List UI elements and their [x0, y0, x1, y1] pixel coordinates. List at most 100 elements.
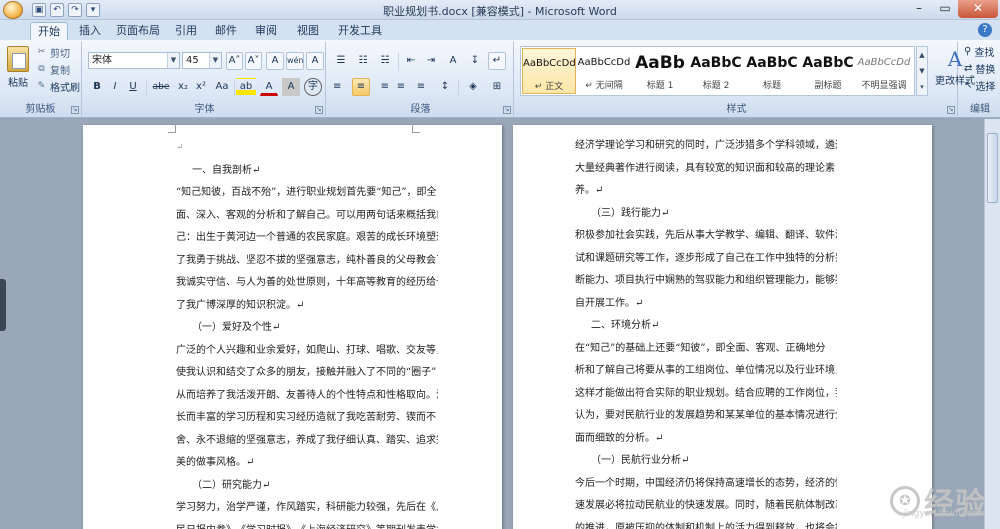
- style-sample: AaBbCcDd: [857, 57, 911, 68]
- text-line: 的推进，原被压抑的体制和机制上的活力得到释放，也将会推: [575, 522, 837, 529]
- decrease-indent-button[interactable]: ⇤: [402, 52, 420, 70]
- increase-indent-button[interactable]: ⇥: [422, 52, 440, 70]
- enclose-characters-button[interactable]: 字: [304, 78, 322, 96]
- copy-button[interactable]: ⧉ 复制: [36, 62, 70, 77]
- line-spacing-button[interactable]: ↕: [434, 78, 456, 96]
- show-marks-button[interactable]: ↵: [488, 52, 506, 70]
- style-no-spacing[interactable]: AaBbCcDd ↵ 无间隔: [577, 48, 631, 94]
- shrink-font-button[interactable]: A˅: [245, 52, 262, 70]
- superscript-button[interactable]: x²: [192, 78, 210, 96]
- align-right-button[interactable]: ≡: [372, 78, 390, 96]
- editing-group: ⚲ 查找 ⇄ 替换 ↖ 选择 编辑: [960, 42, 1000, 116]
- section-heading: 一、自我剖析↵: [192, 164, 261, 176]
- style-sample: AaBbC: [746, 55, 798, 71]
- character-shading-button[interactable]: A: [282, 78, 300, 96]
- section-heading: 二、环境分析↵: [591, 320, 660, 331]
- styles-launcher-icon[interactable]: ↘: [947, 106, 955, 114]
- text-line: 从而培养了我活泼开朗、友善待人的个性特点和性格取向。漫: [176, 389, 438, 401]
- phonetic-guide-button[interactable]: wén: [286, 52, 304, 70]
- numbering-button[interactable]: ☷: [354, 52, 372, 70]
- clipboard-launcher-icon[interactable]: ↘: [71, 106, 79, 114]
- text-line: 断能力、项目执行中娴熟的驾驭能力和组织管理能力，能够独: [575, 275, 837, 286]
- binoculars-icon: ⚲: [964, 46, 972, 57]
- shading-button[interactable]: ◈: [462, 78, 484, 96]
- style-title[interactable]: AaBbC 标题: [745, 48, 799, 94]
- find-button[interactable]: ⚲ 查找: [964, 44, 994, 59]
- style-heading-1[interactable]: AaBb 标题 1: [633, 48, 687, 94]
- restore-button[interactable]: ▭: [932, 0, 958, 18]
- style-heading-2[interactable]: AaBbC 标题 2: [689, 48, 743, 94]
- gallery-scroll[interactable]: ▲ ▼ ▾: [916, 46, 928, 96]
- style-name: ↵ 无间隔: [585, 81, 623, 91]
- style-normal[interactable]: AaBbCcDd ↵ 正文: [522, 48, 576, 94]
- text-line: 广泛的个人兴趣和业余爱好，如爬山、打球、唱歌、交友等，: [176, 344, 438, 356]
- page-right[interactable]: 经济学理论学习和研究的同时，广泛涉猎多个学科领域，遴选 大量经典著作进行阅读，具有…: [513, 125, 932, 529]
- distributed-button[interactable]: ≡: [412, 78, 430, 96]
- tab-review[interactable]: 审阅: [248, 22, 284, 40]
- scrollbar-thumb[interactable]: [987, 133, 998, 203]
- side-panel-handle[interactable]: [0, 279, 6, 331]
- strikethrough-button[interactable]: abe: [150, 78, 172, 96]
- style-name: 标题 1: [646, 81, 674, 91]
- separator: [398, 53, 399, 71]
- close-button[interactable]: ✕: [958, 0, 998, 18]
- paragraph-group-label: 段落: [410, 104, 431, 115]
- cut-label: 剪切: [50, 48, 70, 60]
- margin-corner: [412, 125, 420, 133]
- sort-button[interactable]: ↧: [466, 52, 484, 70]
- tab-references[interactable]: 引用: [168, 22, 204, 40]
- format-painter-button[interactable]: ✎ 格式刷: [36, 79, 80, 94]
- font-color-button[interactable]: A: [260, 78, 278, 96]
- help-icon[interactable]: ?: [978, 23, 992, 37]
- text-line: 面、深入、客观的分析和了解自己。可以用两句话来概括我自: [176, 209, 438, 221]
- select-button[interactable]: ↖ 选择: [964, 78, 995, 93]
- multilevel-list-button[interactable]: ☵: [376, 52, 394, 70]
- tab-page-layout[interactable]: 页面布局: [112, 22, 164, 40]
- text-line: 了我勇于挑战、坚忍不拔的坚强意志，纯朴善良的父母教会了: [176, 254, 438, 266]
- text-line: 舍、永不退缩的坚强意志，养成了我仔细认真、踏实、追求完: [176, 434, 438, 446]
- style-name: ↵ 正文: [534, 82, 564, 92]
- underline-button[interactable]: U: [124, 78, 142, 96]
- tab-insert[interactable]: 插入: [72, 22, 108, 40]
- justify-button[interactable]: ≡: [392, 78, 410, 96]
- subscript-button[interactable]: x₂: [174, 78, 192, 96]
- grow-font-button[interactable]: A˄: [226, 52, 243, 70]
- italic-button[interactable]: I: [106, 78, 124, 96]
- window-title: 职业规划书.docx [兼容模式] - Microsoft Word: [383, 5, 617, 18]
- cut-button[interactable]: ✂ 剪切: [36, 45, 70, 60]
- font-launcher-icon[interactable]: ↘: [315, 106, 323, 114]
- tab-view[interactable]: 视图: [290, 22, 326, 40]
- bold-button[interactable]: B: [88, 78, 106, 96]
- tab-mailings[interactable]: 邮件: [208, 22, 244, 40]
- align-left-button[interactable]: ≡: [332, 78, 350, 96]
- text-line: 了我广博深厚的知识积淀。↵: [176, 299, 305, 311]
- font-size-combo[interactable]: 45 ▼: [182, 52, 222, 69]
- tab-developer[interactable]: 开发工具: [332, 22, 388, 40]
- cursor-icon: ↖: [964, 80, 973, 91]
- highlight-button[interactable]: ab: [236, 78, 256, 96]
- tab-home[interactable]: 开始: [30, 22, 68, 40]
- borders-button[interactable]: ⊞: [486, 78, 508, 96]
- bullets-button[interactable]: ☰: [332, 52, 350, 70]
- character-border-button[interactable]: A: [306, 52, 324, 70]
- vertical-scrollbar[interactable]: [984, 119, 1000, 529]
- style-name: 标题 2: [702, 81, 730, 91]
- clear-format-button[interactable]: A: [266, 52, 284, 70]
- text-line: 试和课题研究等工作，逐步形成了自己在工作中独特的分析判: [575, 252, 837, 264]
- style-subtitle[interactable]: AaBbC 副标题: [801, 48, 855, 94]
- replace-button[interactable]: ⇄ 替换: [964, 61, 995, 76]
- minimize-button[interactable]: –: [906, 0, 932, 18]
- chinese-layout-button[interactable]: A: [444, 52, 462, 70]
- font-size-value: 45: [186, 55, 199, 66]
- font-name-combo[interactable]: 宋体 ▼: [88, 52, 180, 69]
- paragraph-launcher-icon[interactable]: ↘: [503, 106, 511, 114]
- section-heading: （一）民航行业分析↵: [591, 455, 690, 466]
- change-case-button[interactable]: Aa: [212, 78, 232, 96]
- paste-button[interactable]: 粘贴: [4, 44, 32, 94]
- style-subtle-emphasis[interactable]: AaBbCcDd 不明显强调: [857, 48, 911, 94]
- section-heading: （三）践行能力↵: [591, 207, 670, 219]
- watermark-url: jingyan.baidu.com: [902, 509, 986, 519]
- paragraph-group: ☰ ☷ ☵ ⇤ ⇥ A ↧ ↵ ≡ ≡ ≡ ≡ ≡ ↕ ◈ ⊞ 段落 ↘: [328, 42, 514, 116]
- align-center-button[interactable]: ≡: [352, 78, 370, 96]
- page-left[interactable]: ↵ 一、自我剖析↵ “知己知彼，百战不殆”，进行职业规划首先要“知己”，即全 面、深入…: [83, 125, 502, 529]
